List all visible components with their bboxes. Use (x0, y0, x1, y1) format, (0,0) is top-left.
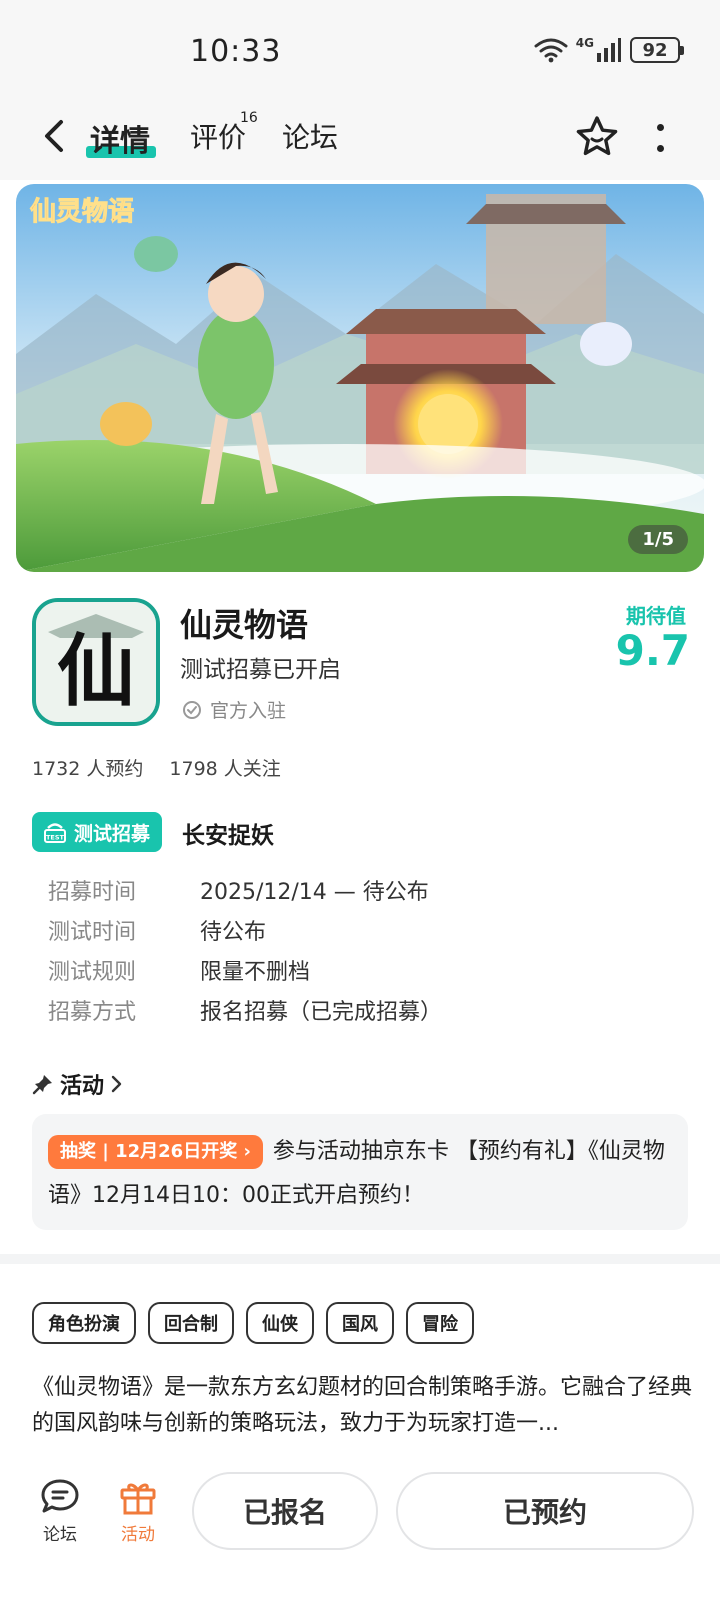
follow-count: 1798 人关注 (169, 758, 281, 780)
bottom-activity-label: 活动 (121, 1525, 155, 1545)
top-nav: 详情 评价 16 论坛 (0, 100, 720, 180)
tag-chip[interactable]: 冒险 (406, 1302, 474, 1344)
check-circle-icon (183, 700, 201, 719)
tag-chip[interactable]: 仙侠 (246, 1302, 314, 1344)
test-icon: TEST (44, 823, 66, 843)
tag-chip[interactable]: 国风 (326, 1302, 394, 1344)
activity-card[interactable]: 抽奖 | 12月26日开奖 › 参与活动抽京东卡 【预约有礼】《仙灵物语》12月1… (32, 1114, 688, 1230)
test-badge-label: 测试招募 (74, 822, 151, 845)
status-bar: 10:33 4G 92 (0, 0, 720, 100)
bottom-forum-label: 论坛 (43, 1525, 77, 1545)
banner-artwork: 仙灵物语 (16, 184, 704, 572)
banner-logo: 仙灵物语 (30, 197, 134, 227)
info-row: 招募方式 报名招募（已完成招募） (48, 990, 688, 1030)
tab-forum[interactable]: 论坛 (282, 116, 338, 156)
info-row: 测试规则 限量不删档 (48, 950, 688, 990)
lottery-chip-label: 抽奖 | 12月26日开奖 (60, 1141, 238, 1162)
info-value: 限量不删档 (200, 960, 311, 985)
reserved-button[interactable]: 已预约 (396, 1472, 694, 1550)
tag-chip[interactable]: 回合制 (148, 1302, 234, 1344)
signal-icon (597, 38, 621, 62)
review-count-badge: 16 (240, 110, 258, 126)
battery-level: 92 (642, 39, 668, 61)
wifi-icon (534, 38, 568, 63)
activity-header[interactable]: 活动 (32, 1068, 124, 1100)
gift-icon (120, 1483, 156, 1515)
status-icons: 4G 92 (534, 36, 684, 64)
network-label: 4G (575, 36, 594, 50)
test-recruit-badge: TEST 测试招募 (32, 812, 163, 852)
info-row: 招募时间 2025/12/14 — 待公布 (48, 870, 688, 910)
test-info-table: 招募时间 2025/12/14 — 待公布 测试时间 待公布 测试规则 限量不删… (48, 870, 688, 1030)
official-label: 官方入驻 (210, 700, 287, 722)
bottom-activity-button[interactable]: 活动 (108, 1478, 168, 1545)
app-icon: 仙 (32, 598, 160, 726)
back-button[interactable] (34, 116, 74, 156)
lottery-chip: 抽奖 | 12月26日开奖 › (48, 1135, 263, 1169)
info-label: 测试规则 (48, 960, 137, 985)
test-name: 长安捉妖 (182, 823, 274, 849)
more-icon-dot (656, 145, 664, 152)
back-icon (45, 120, 63, 152)
pin-icon (32, 1075, 52, 1095)
info-label: 测试时间 (48, 920, 137, 945)
game-description[interactable]: 《仙灵物语》是一款东方玄幻题材的回合制策略手游。它融合了经典的国风韵味与创新的策… (32, 1370, 692, 1442)
expect-label: 期待值 (626, 604, 686, 628)
tag-chip[interactable]: 角色扮演 (32, 1302, 136, 1344)
info-value: 2025/12/14 — 待公布 (200, 880, 429, 905)
info-value: 待公布 (200, 920, 267, 945)
info-label: 招募时间 (48, 880, 137, 905)
info-row: 测试时间 待公布 (48, 910, 688, 950)
more-icon-dot (656, 124, 664, 131)
tab-review[interactable]: 评价 (190, 116, 246, 156)
app-stats: 1732 人预约 1798 人关注 (32, 754, 281, 781)
tab-detail[interactable]: 详情 (90, 116, 150, 160)
reservation-count: 1732 人预约 (32, 758, 144, 780)
banner-counter: 1/5 (628, 525, 688, 554)
status-time: 10:33 (190, 34, 282, 69)
tag-list: 角色扮演 回合制 仙侠 国风 冒险 (32, 1302, 474, 1344)
more-button[interactable] (650, 120, 670, 156)
bottom-action-bar: 论坛 活动 已报名 已预约 (0, 1460, 720, 1600)
app-icon-char: 仙 (57, 626, 135, 717)
activity-header-label: 活动 (60, 1074, 105, 1099)
forum-icon (41, 1479, 79, 1513)
info-value: 报名招募（已完成招募） (200, 1000, 443, 1025)
test-icon-text: TEST (46, 834, 65, 842)
expect-value: 9.7 (615, 626, 690, 675)
bottom-forum-button[interactable]: 论坛 (30, 1478, 90, 1545)
official-badge: 官方入驻 (182, 696, 286, 723)
battery-icon: 92 (630, 37, 684, 63)
favorite-button[interactable] (572, 112, 622, 162)
info-label: 招募方式 (48, 1000, 137, 1025)
app-subtitle: 测试招募已开启 (180, 657, 341, 683)
app-title: 仙灵物语 (180, 606, 309, 644)
chevron-right-icon (111, 1075, 122, 1093)
star-icon (576, 116, 618, 156)
app-icon-art: 仙 (36, 602, 156, 722)
signed-up-button[interactable]: 已报名 (192, 1472, 378, 1550)
banner-carousel[interactable]: 仙灵物语 1/5 (16, 184, 704, 572)
section-divider (0, 1254, 720, 1264)
